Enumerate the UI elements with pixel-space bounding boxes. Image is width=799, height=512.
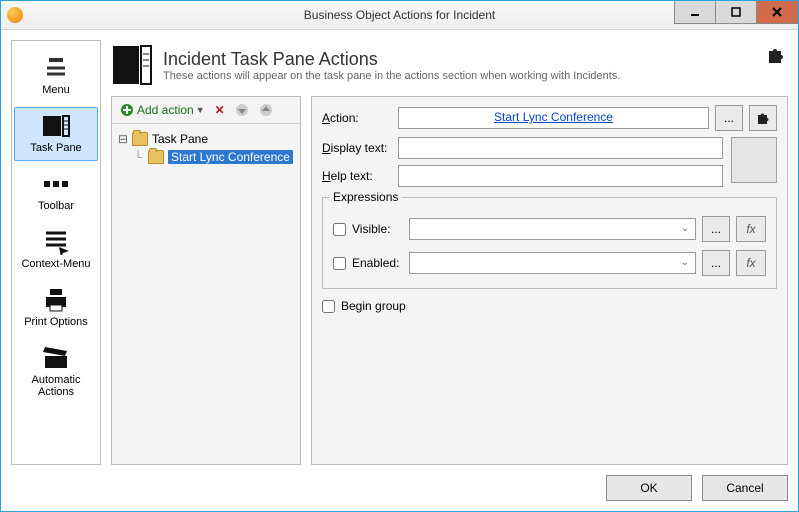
menu-icon: [40, 54, 72, 82]
puzzle-icon: [756, 111, 770, 125]
task-pane-large-icon: [111, 44, 153, 86]
dialog-window: Business Object Actions for Incident Men: [0, 0, 799, 512]
sidebar-item-label: Task Pane: [15, 142, 97, 154]
action-link[interactable]: Start Lync Conference: [494, 110, 613, 124]
visible-browse-button[interactable]: ...: [702, 216, 730, 242]
sidebar-item-automatic-actions[interactable]: Automatic Actions: [14, 339, 98, 405]
help-text-label: Help text:: [322, 169, 392, 183]
puzzle-icon[interactable]: [766, 46, 784, 67]
ok-button[interactable]: OK: [606, 475, 692, 501]
sidebar-item-context-menu[interactable]: Context-Menu: [14, 223, 98, 277]
minimize-button[interactable]: [674, 1, 716, 24]
sidebar-item-menu[interactable]: Menu: [14, 49, 98, 103]
chevron-down-icon: ⌄: [681, 257, 689, 268]
action-puzzle-button[interactable]: [749, 105, 777, 131]
plus-icon: [120, 103, 134, 117]
enabled-row: Enabled: ⌄ ... fx: [333, 250, 766, 276]
dialog-footer: OK Cancel: [11, 465, 788, 501]
action-row: Action: Start Lync Conference ...: [322, 105, 777, 131]
titlebar: Business Object Actions for Incident: [1, 1, 798, 30]
enabled-fx-button[interactable]: fx: [736, 250, 766, 276]
tree-item-label: Start Lync Conference: [168, 150, 293, 164]
close-button[interactable]: [756, 1, 798, 24]
maximize-button[interactable]: [715, 1, 757, 24]
context-menu-icon: [40, 228, 72, 256]
move-up-button[interactable]: [255, 101, 277, 119]
folder-icon: [132, 132, 148, 146]
page-title: Incident Task Pane Actions: [163, 49, 620, 70]
tree-root-label: Task Pane: [152, 132, 208, 146]
image-preview[interactable]: [731, 137, 777, 183]
sidebar-item-label: Menu: [15, 84, 97, 96]
expressions-legend: Expressions: [329, 190, 402, 204]
sidebar-item-label: Context-Menu: [15, 258, 97, 270]
printer-icon: [40, 286, 72, 314]
app-icon: [7, 7, 23, 23]
display-text-input[interactable]: [398, 137, 723, 159]
tree-root[interactable]: ⊟ Task Pane: [118, 130, 294, 148]
tree-toolbar: Add action ▼ ✕: [112, 97, 300, 124]
add-action-label: Add action: [137, 103, 194, 117]
page-subtitle: These actions will appear on the task pa…: [163, 70, 620, 82]
folder-icon: [148, 150, 164, 164]
cancel-button[interactable]: Cancel: [702, 475, 788, 501]
chevron-down-icon: ▼: [196, 105, 205, 115]
category-sidebar: Menu Task Pane Toolbar: [11, 40, 101, 465]
begin-group-check[interactable]: Begin group: [322, 299, 406, 313]
begin-group-row: Begin group: [322, 299, 777, 313]
sidebar-item-label: Print Options: [15, 316, 97, 328]
content-area: Incident Task Pane Actions These actions…: [111, 40, 788, 465]
enabled-label: Enabled:: [352, 256, 399, 270]
begin-group-checkbox[interactable]: [322, 300, 335, 313]
action-label: Action:: [322, 111, 392, 125]
enabled-browse-button[interactable]: ...: [702, 250, 730, 276]
help-text-row: Help text:: [322, 165, 723, 187]
add-action-button[interactable]: Add action ▼: [116, 101, 209, 119]
expand-icon[interactable]: ⊟: [118, 132, 128, 146]
move-down-button[interactable]: [231, 101, 253, 119]
sidebar-item-label: Automatic Actions: [15, 374, 97, 398]
toolbar-icon: [40, 170, 72, 198]
visible-row: Visible: ⌄ ... fx: [333, 216, 766, 242]
sidebar-item-print-options[interactable]: Print Options: [14, 281, 98, 335]
visible-check[interactable]: Visible:: [333, 222, 403, 236]
help-text-input[interactable]: [398, 165, 723, 187]
enabled-combo[interactable]: ⌄: [409, 252, 696, 274]
expressions-group: Expressions Visible: ⌄ ... fx: [322, 197, 777, 289]
actions-tree[interactable]: ⊟ Task Pane └ Start Lync Conference: [112, 124, 300, 464]
display-text-row: Display text:: [322, 137, 723, 159]
action-field[interactable]: Start Lync Conference: [398, 107, 709, 129]
begin-group-label: Begin group: [341, 299, 406, 313]
tree-item[interactable]: └ Start Lync Conference: [118, 148, 294, 166]
visible-fx-button[interactable]: fx: [736, 216, 766, 242]
visible-combo[interactable]: ⌄: [409, 218, 696, 240]
sidebar-item-task-pane[interactable]: Task Pane: [14, 107, 98, 161]
sidebar-item-toolbar[interactable]: Toolbar: [14, 165, 98, 219]
content-header: Incident Task Pane Actions These actions…: [111, 40, 788, 96]
clapper-icon: [40, 344, 72, 372]
task-pane-icon: [40, 112, 72, 140]
action-browse-button[interactable]: ...: [715, 105, 743, 131]
enabled-check[interactable]: Enabled:: [333, 256, 403, 270]
actions-tree-panel: Add action ▼ ✕: [111, 96, 301, 465]
visible-checkbox[interactable]: [333, 223, 346, 236]
sidebar-item-label: Toolbar: [15, 200, 97, 212]
display-text-label: Display text:: [322, 141, 392, 155]
chevron-down-icon: ⌄: [681, 223, 689, 234]
action-form-panel: Action: Start Lync Conference ...: [311, 96, 788, 465]
enabled-checkbox[interactable]: [333, 257, 346, 270]
delete-button[interactable]: ✕: [211, 101, 229, 119]
visible-label: Visible:: [352, 222, 390, 236]
